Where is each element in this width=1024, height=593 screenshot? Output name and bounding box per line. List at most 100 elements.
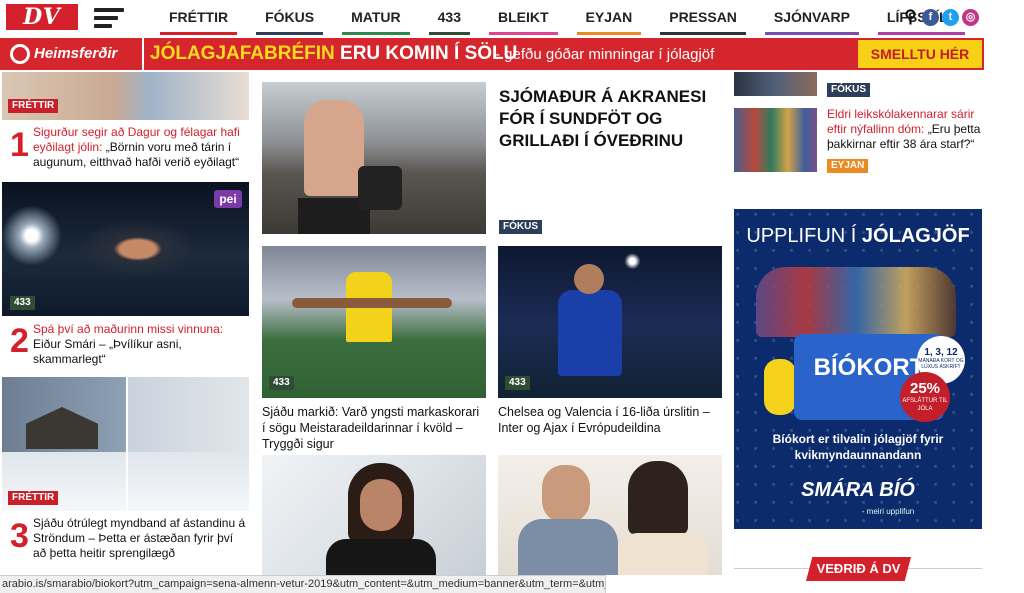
ad-characters-shape <box>756 267 956 337</box>
hamburger-menu-icon[interactable] <box>94 8 124 28</box>
article-1-category-tag[interactable]: FRÉTTIR <box>8 99 59 113</box>
player-arms-shape <box>292 298 452 308</box>
article-woman-image[interactable] <box>262 455 486 575</box>
promo-subline: - gefðu góðar minningar í jólagjöf <box>495 46 715 63</box>
article-2-category-tag[interactable]: 433 <box>10 296 35 310</box>
smarabio-logo: SMÁRA BÍÓ <box>801 479 915 501</box>
article-2-headline[interactable]: Spá því að maðurinn missi vinnuna: Eiður… <box>33 322 248 367</box>
main-nav: FRÉTTIR FÓKUS MATUR 433 BLEIKT EYJAN PRESSAN SJ… <box>160 0 984 36</box>
man-face-shape <box>542 465 590 523</box>
right-top-image[interactable] <box>734 72 817 96</box>
minion-shape <box>764 359 796 415</box>
article-2-rank: 2 <box>10 322 29 360</box>
nav-item-label: SJÓNVARP <box>773 9 850 25</box>
ad-headline-thin: UPPLIFUN Í <box>746 225 862 247</box>
promo-headline-white: ERU KOMIN Í SÖLU <box>340 43 518 64</box>
player-chelsea-shape <box>558 290 622 376</box>
markid-headline[interactable]: Sjáðu markið: Varð yngsti markaskorari í… <box>262 404 486 452</box>
promo-headline-yellow: JÓLAGJAFABRÉFIN <box>150 43 335 64</box>
player-head-shape <box>574 264 604 294</box>
chelsea-headline[interactable]: Chelsea og Valencia í 16-liða úrslitin –… <box>498 404 722 436</box>
fokus-tag[interactable]: FÓKUS <box>499 220 542 234</box>
promo-cta-button[interactable]: SMELLTU HÉR <box>858 40 982 68</box>
nav-item-label: FÓKUS <box>265 9 315 25</box>
biokort-ad[interactable]: UPPLIFUN Í JÓLAGJÖF BÍÓKORT 1, 3, 12 MÁNA… <box>734 209 982 529</box>
nav-item-label: EYJAN <box>585 9 633 25</box>
ad-copy-line2: kvikmyndaunnandann <box>794 448 922 462</box>
search-icon[interactable]: ⚲ <box>902 8 919 26</box>
ad-discount-sub: AFSLÁTTUR TIL JÓLA <box>902 398 948 412</box>
article-2-headline-text: Eiður Smári – „Þvílíkur asni, skammarleg… <box>33 337 182 366</box>
pei-badge: pei <box>214 190 242 208</box>
eyjan-tag[interactable]: EYJAN <box>827 159 869 173</box>
markid-tag[interactable]: 433 <box>269 376 294 390</box>
nav-item-0[interactable]: FRÉTTIR <box>160 0 238 36</box>
nav-item-label: MATUR <box>351 9 401 25</box>
top-navbar: DV FRÉTTIR FÓKUS MATUR 433 BLEIKT EYJAN PRESSA… <box>0 0 1024 36</box>
article-1-headline[interactable]: Sigurður segir að Dagur og félagar hafi … <box>33 125 248 170</box>
ad-dates-value: 1, 3, 12 <box>924 347 958 358</box>
nav-item-2[interactable]: MATUR <box>342 0 410 36</box>
instagram-icon[interactable]: ◎ <box>962 9 979 26</box>
leikskoli-image[interactable] <box>734 108 817 172</box>
nav-item-label: BLEIKT <box>497 9 549 25</box>
chelsea-image[interactable] <box>498 246 722 398</box>
article-3-headline-text: Sjáðu ótrúlegt myndband af ástandinu á S… <box>33 516 246 560</box>
nav-item-4[interactable]: BLEIKT <box>488 0 558 36</box>
nav-item-underline <box>256 32 324 35</box>
markid-image[interactable] <box>262 246 486 398</box>
article-2-image[interactable]: pei <box>2 182 249 316</box>
sjomadur-headline[interactable]: SJÓMAÐUR Á AKRANESI FÓR Í SUNDFÖT OG GRI… <box>499 86 714 152</box>
article-3-headline[interactable]: Sjáðu ótrúlegt myndband af ástandinu á S… <box>33 516 248 561</box>
nav-icons: ⚲ f t ◎ <box>902 8 979 26</box>
woman-face-shape <box>360 479 402 531</box>
dv-logo[interactable]: DV <box>6 4 78 30</box>
nav-item-label: PRESSAN <box>669 9 737 25</box>
smarabio-tagline: - meiri upplifun <box>861 507 915 516</box>
sjomadur-image[interactable] <box>262 82 486 234</box>
man-body-shape <box>518 519 618 575</box>
person-shape <box>304 100 364 196</box>
nav-item-underline <box>428 32 470 35</box>
nav-item-underline <box>342 32 410 35</box>
nav-item-underline <box>160 32 238 35</box>
right-fokus-tag[interactable]: FÓKUS <box>827 83 870 97</box>
chelsea-tag[interactable]: 433 <box>505 376 530 390</box>
twitter-icon[interactable]: t <box>942 9 959 26</box>
ad-headline-bold: JÓLAGJÖF <box>861 225 970 247</box>
nav-item-underline <box>764 32 859 35</box>
ad-copy-line1: Bíókort er tilvalin jólagjöf fyrir <box>772 432 944 446</box>
nav-item-underline <box>660 32 746 35</box>
nav-item-7[interactable]: SJÓNVARP <box>764 0 859 36</box>
woman-body-shape <box>326 539 436 575</box>
leikskoli-headline[interactable]: Eldri leikskólakennarar sárir eftir nýfa… <box>827 107 982 152</box>
ad-headline: UPPLIFUN Í JÓLAGJÖF <box>734 223 982 249</box>
ad-dates-sub: MÁNAÐA KORT OG LÚXUS ÁSKRIFT <box>918 358 964 370</box>
nav-item-underline <box>576 32 642 35</box>
facebook-icon[interactable]: f <box>922 9 939 26</box>
ad-discount-badge: 25% AFSLÁTTUR TIL JÓLA <box>900 372 950 422</box>
image-split-divider <box>126 377 128 511</box>
browser-status-url: arabio.is/smarabio/biokort?utm_campaign=… <box>0 575 606 593</box>
article-3-category-tag[interactable]: FRÉTTIR <box>8 491 59 505</box>
woman2-body-shape <box>618 533 708 575</box>
article-1-rank: 1 <box>10 126 29 164</box>
grill-pan-shape <box>358 166 402 210</box>
house-shape <box>26 407 98 449</box>
nav-item-1[interactable]: FÓKUS <box>256 0 324 36</box>
nav-item-label: FRÉTTIR <box>169 9 229 25</box>
ad-discount-value: 25% <box>909 380 941 397</box>
nav-item-6[interactable]: PRESSAN <box>660 0 746 36</box>
ad-copy: Bíókort er tilvalin jólagjöf fyrir kvikmy… <box>734 431 982 463</box>
woman-hair2-shape <box>628 461 688 535</box>
article-couple-image[interactable] <box>498 455 722 575</box>
nav-item-3[interactable]: 433 <box>428 0 470 36</box>
nav-item-label: 433 <box>437 9 461 25</box>
heimsferdir-logo: Heimsferðir <box>10 43 117 65</box>
promo-banner[interactable]: Heimsferðir JÓLAGJAFABRÉFIN ERU KOMIN Í … <box>0 38 984 70</box>
heimsferdir-ring-icon <box>10 44 30 64</box>
weather-button[interactable]: VEÐRIÐ Á DV <box>806 557 911 581</box>
article-2-headline-red: Spá því að maðurinn missi vinnuna: <box>33 322 224 336</box>
nav-item-5[interactable]: EYJAN <box>576 0 642 36</box>
promo-divider <box>142 38 144 70</box>
